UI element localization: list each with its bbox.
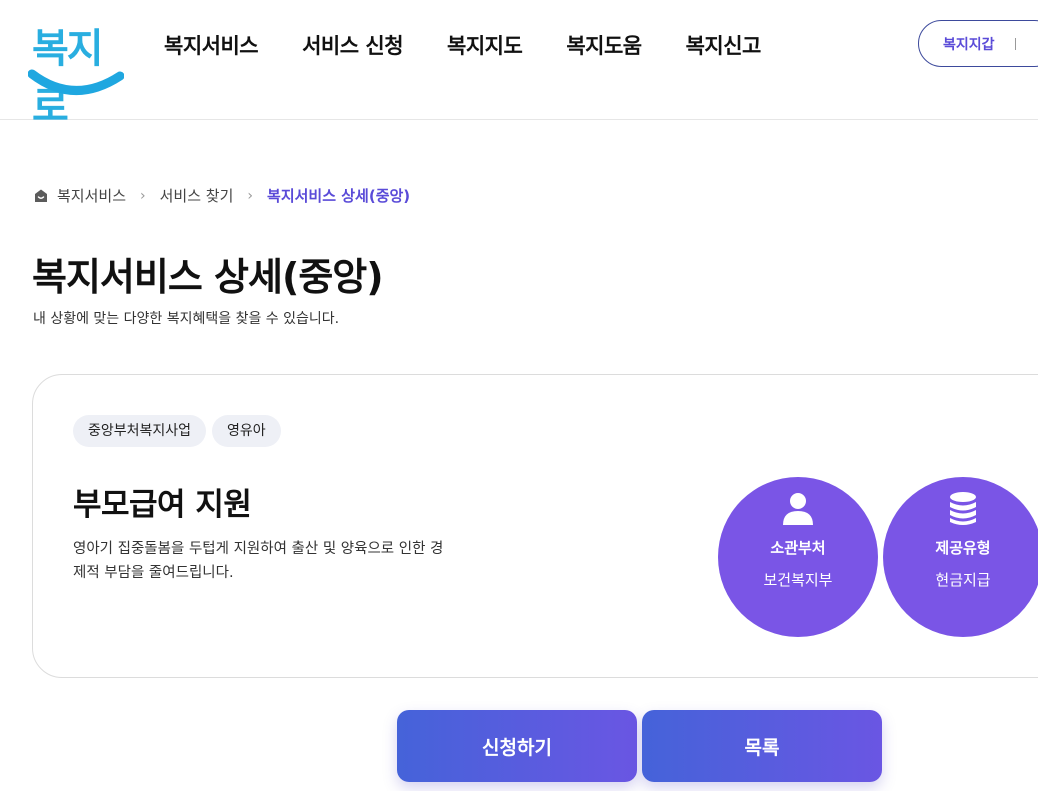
apply-button[interactable]: 신청하기 <box>397 710 637 782</box>
wallet-button-label: 복지지갑 <box>943 36 995 53</box>
service-tags: 중앙부처복지사업 영유아 <box>73 415 287 447</box>
info-circle-department: 소관부처 보건복지부 <box>718 477 878 637</box>
main-nav: 복지서비스 서비스 신청 복지지도 복지도움 복지신고 <box>164 30 805 62</box>
nav-item-welfare-report[interactable]: 복지신고 <box>686 30 762 62</box>
breadcrumb-home-label: 복지서비스 <box>57 187 127 205</box>
wallet-divider <box>1014 37 1016 50</box>
site-logo[interactable]: 복지로 <box>28 16 124 130</box>
breadcrumb-current: 복지서비스 상세(중앙) <box>267 187 411 205</box>
list-button[interactable]: 목록 <box>642 710 882 782</box>
chevron-right-icon: › <box>247 187 254 204</box>
chevron-right-icon: › <box>140 187 146 204</box>
service-card: 중앙부처복지사업 영유아 부모급여 지원 영아기 집중돌봄을 두텁게 지원하여 … <box>32 374 1038 678</box>
service-title: 부모급여 지원 <box>73 487 252 523</box>
nav-item-welfare-help[interactable]: 복지도움 <box>566 30 642 62</box>
nav-item-welfare-map[interactable]: 복지지도 <box>447 30 523 62</box>
nav-item-service-apply[interactable]: 서비스 신청 <box>302 30 403 62</box>
site-header: 복지로 복지서비스 서비스 신청 복지지도 복지도움 복지신고 복지지갑 <box>0 0 1038 130</box>
info-circle-provision-type: 제공유형 현금지급 <box>883 477 1038 637</box>
coins-icon <box>950 492 976 525</box>
home-icon <box>35 189 47 202</box>
person-icon <box>783 493 813 525</box>
breadcrumb-home[interactable]: 복지서비스 <box>33 185 126 206</box>
page-title: 복지서비스 상세(중앙) <box>32 255 384 299</box>
breadcrumb: 복지서비스 › 서비스 찾기 › 복지서비스 상세(중앙) <box>33 185 410 206</box>
info-label-department: 소관부처 <box>770 539 826 557</box>
info-value-provision-type: 현금지급 <box>935 571 991 589</box>
wallet-button[interactable]: 복지지갑 <box>918 20 1038 67</box>
nav-item-welfare-service[interactable]: 복지서비스 <box>164 30 259 62</box>
info-label-provision-type: 제공유형 <box>935 539 991 557</box>
breadcrumb-item-service-find[interactable]: 서비스 찾기 <box>160 185 234 206</box>
info-value-department: 보건복지부 <box>763 571 833 589</box>
tag-infant: 영유아 <box>212 415 281 447</box>
logo-smile-icon <box>28 69 124 95</box>
service-description: 영아기 집중돌봄을 두텁게 지원하여 출산 및 양육으로 인한 경제적 부담을 … <box>73 541 444 581</box>
page-description: 내 상황에 맞는 다양한 복지혜택을 찾을 수 있습니다. <box>33 311 340 327</box>
tag-central-ministry: 중앙부처복지사업 <box>73 415 207 447</box>
